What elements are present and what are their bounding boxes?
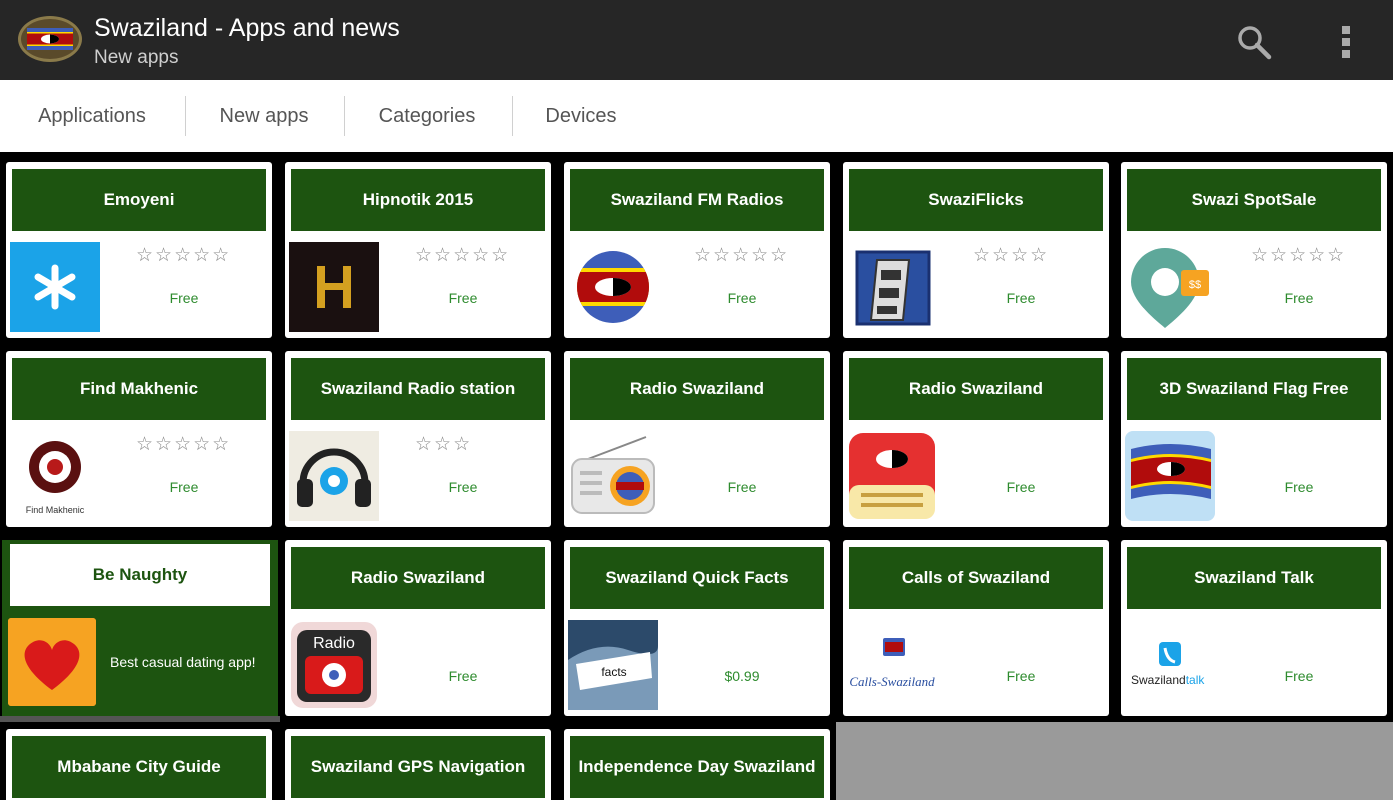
icon-caption-part: Swaziland	[1131, 673, 1186, 687]
tab-divider	[512, 96, 513, 136]
price-label: Free	[1006, 668, 1036, 684]
price-label: $0.99	[724, 668, 760, 684]
swaziland-flag-icon[interactable]	[18, 16, 82, 62]
icon-caption: facts	[601, 665, 626, 679]
rating-stars: ☆☆☆☆☆	[415, 245, 511, 266]
empty-area	[836, 722, 1393, 800]
divider	[0, 716, 280, 722]
app-title: Swaziland Radio station	[291, 358, 545, 420]
flag-icon	[1125, 431, 1215, 521]
app-title: Radio Swaziland	[291, 547, 545, 609]
heart-icon	[8, 618, 96, 706]
app-card[interactable]: Swaziland FM Radios ☆☆☆☆☆ Free	[564, 162, 830, 338]
flag-globe-icon	[577, 251, 649, 323]
app-title: Swaziland Talk	[1127, 547, 1381, 609]
price-label: Free	[169, 290, 199, 306]
phone-icon: Calls-Swaziland	[847, 620, 937, 710]
rating-stars: ☆☆☆☆	[973, 245, 1050, 266]
tab-devices[interactable]: Devices	[520, 80, 642, 152]
app-title: Swaziland FM Radios	[570, 169, 824, 231]
app-title: Radio Swaziland	[849, 358, 1103, 420]
app-card[interactable]: Hipnotik 2015 ☆☆☆☆☆ Free	[285, 162, 551, 338]
app-title: Hipnotik 2015	[291, 169, 545, 231]
app-card[interactable]: Swazi SpotSale $$ ☆☆☆☆☆ Free	[1121, 162, 1387, 338]
app-title: SwaziFlicks	[849, 169, 1103, 231]
price-label: Free	[448, 290, 478, 306]
tab-bar: Applications New apps Categories Devices	[0, 80, 1393, 152]
price-label: Free	[1006, 290, 1036, 306]
radio-icon: Radio	[291, 622, 377, 708]
price-label: Free	[727, 479, 757, 495]
price-label: Free	[1284, 290, 1314, 306]
price-label: Free	[448, 479, 478, 495]
tab-divider	[185, 96, 186, 136]
promo-text: Best casual dating app!	[110, 654, 256, 670]
icon-caption: Radio	[313, 635, 355, 652]
rating-stars: ☆☆☆	[415, 434, 473, 455]
price-label: Free	[169, 479, 199, 495]
rating-stars: ☆☆☆☆☆	[1251, 245, 1347, 266]
price-label: Free	[1284, 479, 1314, 495]
app-card[interactable]: Radio Swaziland Free	[564, 351, 830, 527]
letter-h-icon	[289, 242, 379, 332]
app-card[interactable]: SwaziFlicks ☆☆☆☆ Free	[843, 162, 1109, 338]
app-card[interactable]: Swaziland Radio station ☆☆☆ Free	[285, 351, 551, 527]
app-card[interactable]: Radio Swaziland Radio Free	[285, 540, 551, 716]
gear-icon: Find Makhenic	[10, 431, 100, 521]
app-title: Swaziland - Apps and news	[94, 14, 400, 42]
app-card[interactable]: Calls of Swaziland Calls-Swaziland Free	[843, 540, 1109, 716]
app-title: 3D Swaziland Flag Free	[1127, 358, 1381, 420]
phone-icon: Swazilandtalk	[1125, 620, 1215, 710]
action-bar: Swaziland - Apps and news New apps	[0, 0, 1393, 80]
app-card[interactable]: Swaziland Talk Swazilandtalk Free	[1121, 540, 1387, 716]
app-card[interactable]: Swaziland Quick Facts facts $0.99	[564, 540, 830, 716]
app-title: Radio Swaziland	[570, 358, 824, 420]
promo-title: Be Naughty	[10, 544, 270, 606]
map-pin-icon: $$	[1131, 248, 1209, 328]
price-label: Free	[448, 668, 478, 684]
app-card[interactable]: Emoyeni ☆☆☆☆☆ Free	[6, 162, 272, 338]
app-title: Emoyeni	[12, 169, 266, 231]
app-card[interactable]: 3D Swaziland Flag Free Free	[1121, 351, 1387, 527]
price-label: Free	[727, 290, 757, 306]
headphones-icon	[289, 431, 379, 521]
star-icon	[10, 242, 100, 332]
app-card[interactable]: Swaziland GPS Navigation	[285, 729, 551, 800]
app-subtitle: New apps	[94, 47, 179, 68]
globe-icon: facts	[568, 620, 658, 710]
search-icon[interactable]	[1234, 22, 1274, 62]
price-label: Free	[1284, 668, 1314, 684]
tab-categories[interactable]: Categories	[352, 80, 502, 152]
app-title: Find Makhenic	[12, 358, 266, 420]
app-title: Mbabane City Guide	[12, 736, 266, 798]
svg-text:$$: $$	[1189, 279, 1201, 291]
icon-caption: Calls-Swaziland	[849, 674, 935, 689]
radio-icon	[849, 433, 935, 519]
rating-stars: ☆☆☆☆☆	[136, 245, 232, 266]
icon-caption: Swazilandtalk	[1131, 673, 1205, 687]
app-title: Calls of Swaziland	[849, 547, 1103, 609]
film-reel-icon	[855, 250, 931, 326]
tab-new-apps[interactable]: New apps	[192, 80, 336, 152]
app-card[interactable]: Mbabane City Guide	[6, 729, 272, 800]
promo-card[interactable]: Be Naughty Best casual dating app!	[2, 540, 278, 722]
app-card[interactable]: Radio Swaziland Free	[843, 351, 1109, 527]
app-title: Swaziland GPS Navigation	[291, 736, 545, 798]
app-card[interactable]: Independence Day Swaziland	[564, 729, 830, 800]
radio-icon	[571, 436, 655, 514]
app-title: Swaziland Quick Facts	[570, 547, 824, 609]
app-card[interactable]: Find Makhenic Find Makhenic ☆☆☆☆☆ Free	[6, 351, 272, 527]
tab-applications[interactable]: Applications	[14, 80, 170, 152]
icon-caption-part: talk	[1186, 673, 1206, 687]
tab-divider	[344, 96, 345, 136]
overflow-menu-icon[interactable]	[1336, 22, 1356, 62]
app-title: Independence Day Swaziland	[570, 736, 824, 798]
rating-stars: ☆☆☆☆☆	[694, 245, 790, 266]
price-label: Free	[1006, 479, 1036, 495]
app-title: Swazi SpotSale	[1127, 169, 1381, 231]
rating-stars: ☆☆☆☆☆	[136, 434, 232, 455]
icon-caption: Find Makhenic	[26, 505, 85, 515]
